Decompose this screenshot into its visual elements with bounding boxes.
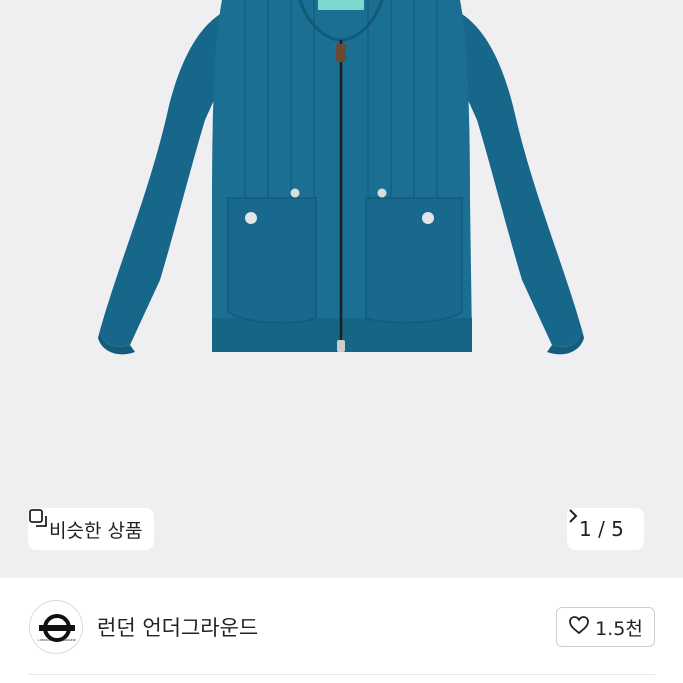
seller-info-row[interactable]: LONDON UNDERGROUND 런던 언더그라운드 1.5천 bbox=[0, 578, 683, 683]
like-button[interactable]: 1.5천 bbox=[556, 607, 655, 647]
svg-text:LONDON UNDERGROUND: LONDON UNDERGROUND bbox=[38, 638, 77, 642]
heart-outline-icon bbox=[568, 615, 590, 640]
london-underground-logo-icon: LONDON UNDERGROUND bbox=[38, 614, 77, 642]
product-image-carousel[interactable]: 비슷한 상품 1 / 5 bbox=[0, 0, 683, 578]
like-count: 1.5천 bbox=[595, 617, 643, 640]
product-photo-jacket bbox=[98, 0, 584, 355]
image-counter-text: 1 / 5 bbox=[579, 517, 624, 541]
seller-avatar[interactable]: LONDON UNDERGROUND bbox=[29, 600, 83, 654]
similar-products-button[interactable]: 비슷한 상품 bbox=[28, 508, 155, 550]
seller-name[interactable]: 런던 언더그라운드 bbox=[97, 612, 258, 642]
image-counter[interactable]: 1 / 5 bbox=[567, 508, 644, 550]
similar-products-label: 비슷한 상품 bbox=[49, 519, 143, 542]
divider bbox=[28, 674, 655, 675]
